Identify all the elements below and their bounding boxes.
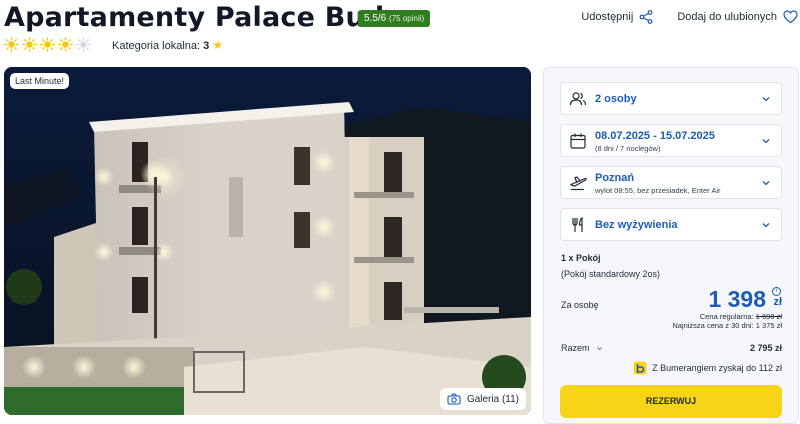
sun-rating [4, 37, 91, 52]
heart-icon [783, 10, 798, 24]
sun-filled-icon [58, 37, 73, 52]
departure-value: Poznań [595, 172, 635, 184]
dates-value: 08.07.2025 - 15.07.2025 [595, 130, 715, 142]
price-per-person: 1 398 [708, 286, 766, 312]
sun-filled-icon [22, 37, 37, 52]
regular-price-label: Cena regularna: [699, 312, 754, 321]
hotel-photo[interactable]: Last Minute! Galeria (11) [4, 67, 531, 415]
bumerang-promo: Z Bumerangiem zyskaj do 112 zł [633, 361, 782, 375]
favorites-label: Dodaj do ulubionych [677, 11, 777, 23]
price-currency: zł [773, 296, 782, 308]
per-person-label: Za osobę [561, 300, 599, 310]
share-button[interactable]: Udostępnij [581, 10, 653, 24]
star-icon: ★ [212, 38, 224, 52]
category-label: Kategoria lokalna: [112, 40, 201, 52]
board-value: Bez wyżywienia [595, 219, 678, 231]
last-minute-badge: Last Minute! [10, 73, 70, 89]
total-toggle[interactable]: Razem [561, 343, 603, 353]
info-icon[interactable]: i [772, 287, 781, 296]
board-select[interactable]: Bez wyżywienia [560, 208, 782, 241]
rating-opinions: (75 opinii) [389, 14, 425, 23]
people-icon [569, 91, 587, 105]
bumerang-text: Z Bumerangiem zyskaj do 112 zł [652, 363, 782, 373]
room-type: (Pokój standardowy 2os) [561, 269, 661, 279]
rating-score: 5.5/6 [364, 13, 387, 24]
lowest-price-note: Najniższa cena z 30 dni: 1 375 zł [672, 321, 782, 330]
gallery-label: Galeria (11) [466, 393, 519, 405]
camera-icon [447, 393, 461, 405]
cutlery-icon [572, 216, 583, 232]
add-to-favorites-button[interactable]: Dodaj do ulubionych [677, 10, 798, 24]
booking-panel: 2 osoby 08.07.2025 - 15.07.2025 (8 dni /… [543, 67, 799, 424]
chevron-down-icon [762, 138, 770, 143]
sun-empty-icon [76, 37, 91, 52]
chevron-down-icon [596, 346, 602, 350]
chevron-down-icon [762, 96, 770, 101]
sun-filled-icon [4, 37, 19, 52]
regular-price-value: 1 698 zł [755, 312, 782, 321]
category-value: 3 [203, 40, 210, 52]
reserve-button[interactable]: REZERWUJ [560, 385, 782, 418]
bumerang-logo-icon [633, 361, 647, 375]
total-price: 2 795 zł [749, 343, 782, 353]
total-label: Razem [561, 343, 590, 353]
room-count: 1 x Pokój [561, 253, 601, 263]
local-category: Kategoria lokalna: 3 ★ [112, 38, 223, 52]
calendar-icon [570, 133, 586, 149]
sun-filled-icon [40, 37, 55, 52]
share-icon [639, 10, 653, 24]
chevron-down-icon [762, 222, 770, 227]
share-label: Udostępnij [581, 11, 634, 23]
hotel-night-image [4, 67, 531, 415]
departure-select[interactable]: Poznań wylot 08:55, bez przesiadek, Ente… [560, 166, 782, 199]
guests-select[interactable]: 2 osoby [560, 82, 782, 115]
rating-badge[interactable]: 5.5/6 (75 opinii) [358, 10, 431, 27]
guests-value: 2 osoby [595, 93, 637, 105]
departure-details: wylot 08:55, bez przesiadek, Enter Air [595, 186, 721, 195]
regular-price: Cena regularna: 1 698 zł [700, 312, 782, 321]
chevron-down-icon [762, 180, 770, 185]
gallery-button[interactable]: Galeria (11) [439, 388, 526, 410]
plane-icon [569, 175, 587, 190]
dates-duration: (8 dni / 7 noclegów) [595, 144, 661, 153]
dates-select[interactable]: 08.07.2025 - 15.07.2025 (8 dni / 7 nocle… [560, 124, 782, 157]
